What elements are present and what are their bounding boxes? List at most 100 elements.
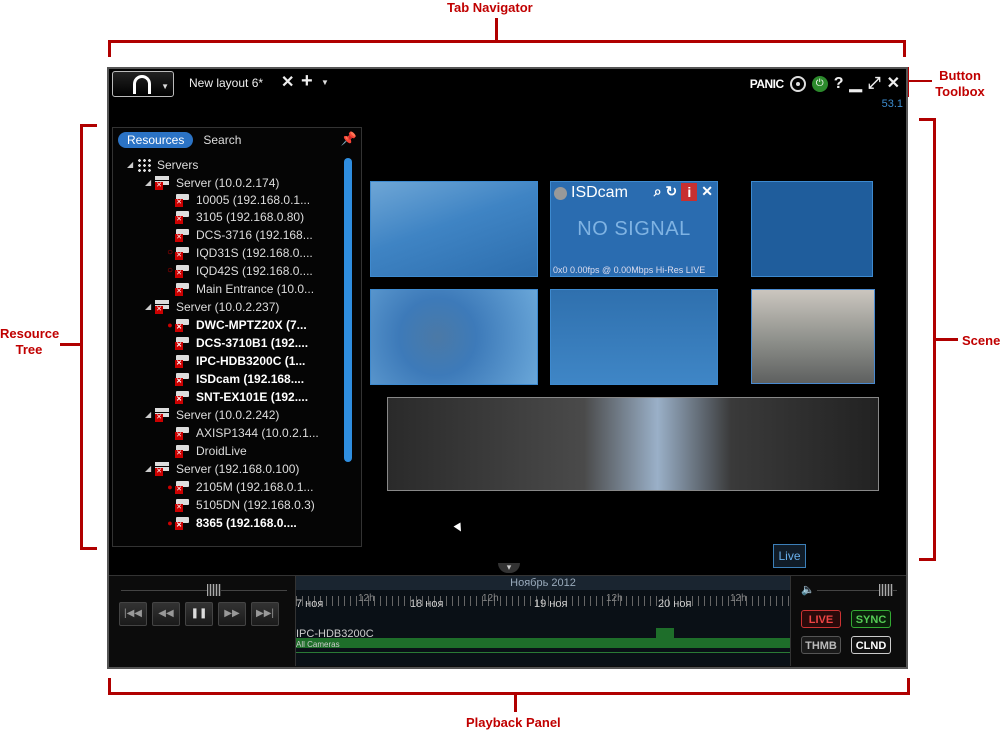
tree-node-server[interactable]: ◢Server (10.0.2.237) bbox=[145, 298, 279, 315]
thumbnails-button[interactable]: THMB bbox=[801, 636, 841, 654]
tree-node-camera[interactable]: 3105 (192.168.0.80) bbox=[175, 208, 304, 225]
calendar-button[interactable]: CLND bbox=[851, 636, 891, 654]
chevron-down-icon: ▼ bbox=[161, 82, 169, 91]
tree-scrollbar[interactable] bbox=[344, 158, 352, 462]
expand-icon[interactable]: ◢ bbox=[145, 410, 155, 419]
add-tab-dropdown-icon[interactable]: ▼ bbox=[321, 78, 329, 87]
zoom-icon[interactable]: ⌕ bbox=[654, 183, 662, 201]
camera-tile-isdcam[interactable]: ISDcam ⌕ ↻ i ✕ NO SIGNAL 0x0 0.00fps @ 0… bbox=[550, 181, 718, 277]
skip-back-icon[interactable]: |◀◀ bbox=[119, 602, 147, 626]
rewind-icon[interactable]: ◀◀ bbox=[152, 602, 180, 626]
expand-icon[interactable]: ◢ bbox=[127, 160, 137, 169]
tree-node-camera[interactable]: AXISP1344 (10.0.2.1... bbox=[175, 424, 319, 441]
fps-counter: 53.1 bbox=[881, 98, 903, 110]
tree-node-camera[interactable]: 5105DN (192.168.0.3) bbox=[175, 496, 315, 513]
camera-icon bbox=[175, 498, 191, 512]
speed-slider-track[interactable] bbox=[121, 590, 287, 591]
live-button[interactable]: LIVE bbox=[801, 610, 841, 628]
resource-tree-annotation: Resource Tree bbox=[0, 326, 60, 357]
camera-icon bbox=[175, 390, 191, 404]
camera-icon bbox=[175, 246, 191, 260]
camera-icon bbox=[175, 480, 191, 494]
recording-ring-icon: ○ bbox=[166, 247, 174, 258]
timeline-all-cameras-bar bbox=[296, 652, 790, 653]
status-dot-icon bbox=[554, 186, 567, 200]
pin-icon[interactable]: 📌 bbox=[341, 131, 357, 147]
tree-node-camera[interactable]: ●2105M (192.168.0.1... bbox=[165, 478, 313, 495]
volume-icon[interactable]: 🔈 bbox=[801, 583, 815, 596]
forward-icon[interactable]: ▶▶ bbox=[218, 602, 246, 626]
expand-icon[interactable]: ◢ bbox=[145, 302, 155, 311]
close-tile-icon[interactable]: ✕ bbox=[701, 183, 713, 201]
tree-node-camera[interactable]: ISDcam (192.168.... bbox=[175, 370, 304, 387]
sync-button[interactable]: SYNC bbox=[851, 610, 891, 628]
rotate-icon[interactable]: ↻ bbox=[666, 183, 678, 201]
tree-node-camera[interactable]: IPC-HDB3200C (1... bbox=[175, 352, 305, 369]
skip-forward-icon[interactable]: ▶▶| bbox=[251, 602, 279, 626]
camera-tile-office[interactable] bbox=[751, 289, 875, 384]
add-tab-icon[interactable]: + bbox=[301, 70, 313, 93]
info-icon[interactable]: i bbox=[681, 183, 698, 201]
timeline-hour-label: 12h bbox=[606, 593, 623, 604]
camera-icon bbox=[175, 282, 191, 296]
timeline-day-label: 19 ноя bbox=[534, 598, 568, 610]
tab-layout[interactable]: New layout 6* bbox=[189, 76, 263, 90]
tree-node-camera[interactable]: ●8365 (192.168.0.... bbox=[165, 514, 297, 531]
tree-node-server[interactable]: ◢Server (10.0.2.174) bbox=[145, 174, 279, 191]
camera-tile-fisheye[interactable] bbox=[387, 397, 879, 491]
expand-icon[interactable]: ◢ bbox=[145, 464, 155, 473]
speed-slider-handle[interactable] bbox=[207, 584, 221, 596]
timeline[interactable]: Ноябрь 2012 12h 12h 12h 12h 7 ноя 18 ноя… bbox=[295, 576, 791, 666]
close-tab-icon[interactable]: ✕ bbox=[281, 72, 294, 92]
timeline-all-cameras: All Cameras bbox=[296, 640, 340, 649]
tab-navigator-annotation: Tab Navigator bbox=[447, 0, 533, 15]
tab-resources[interactable]: Resources bbox=[118, 132, 194, 148]
timeline-month: Ноябрь 2012 bbox=[296, 576, 790, 590]
minimize-icon[interactable]: ▁ bbox=[849, 74, 861, 94]
tree-node-camera[interactable]: DCS-3710B1 (192.... bbox=[175, 334, 308, 351]
tree-node-servers[interactable]: ◢ Servers bbox=[127, 156, 198, 173]
expand-icon[interactable]: ◢ bbox=[145, 178, 155, 187]
camera-tile-blurred[interactable] bbox=[370, 289, 538, 385]
tree-node-camera[interactable]: ○IQD42S (192.168.0.... bbox=[165, 262, 313, 279]
camera-tile-empty[interactable] bbox=[751, 181, 873, 277]
main-menu-button[interactable]: ▼ bbox=[112, 71, 174, 97]
camera-icon bbox=[175, 444, 191, 458]
pause-icon[interactable]: ❚❚ bbox=[185, 602, 213, 626]
server-icon bbox=[155, 175, 171, 190]
tree-node-camera[interactable]: DCS-3716 (192.168... bbox=[175, 226, 313, 243]
help-icon[interactable]: ? bbox=[834, 74, 844, 94]
camera-tile-stairs[interactable] bbox=[370, 181, 538, 277]
tree-node-camera[interactable]: SNT-EX101E (192.... bbox=[175, 388, 308, 405]
power-icon[interactable]: ⏻ bbox=[811, 76, 828, 92]
maximize-icon[interactable]: ⤢ bbox=[868, 74, 881, 94]
film-reel-icon[interactable] bbox=[789, 76, 806, 92]
collapse-handle-icon[interactable]: ▾ bbox=[498, 563, 520, 573]
logo-icon bbox=[133, 75, 151, 94]
tile-status-text: 0x0 0.00fps @ 0.00Mbps Hi-Res LIVE bbox=[553, 265, 706, 275]
playback-panel-annotation: Playback Panel bbox=[466, 715, 561, 730]
tab-search[interactable]: Search bbox=[203, 132, 241, 148]
volume-slider-handle[interactable] bbox=[879, 584, 893, 596]
tree-node-camera[interactable]: ●DWC-MPTZ20X (7... bbox=[165, 316, 307, 333]
camera-tile-desk[interactable] bbox=[550, 289, 718, 385]
button-toolbox: PANIC ⏻ ? ▁ ⤢ ✕ bbox=[750, 73, 900, 95]
servers-icon bbox=[137, 157, 151, 172]
close-icon[interactable]: ✕ bbox=[887, 74, 900, 94]
tree-node-camera[interactable]: ○IQD31S (192.168.0.... bbox=[165, 244, 313, 261]
tree-node-server[interactable]: ◢Server (192.168.0.100) bbox=[145, 460, 299, 477]
timeline-camera-name: IPC-HDB3200C bbox=[296, 628, 374, 640]
no-signal-text: NO SIGNAL bbox=[577, 218, 691, 240]
panic-button[interactable]: PANIC bbox=[750, 77, 784, 91]
tree-node-server[interactable]: ◢Server (10.0.2.242) bbox=[145, 406, 279, 423]
playback-modes: 🔈 LIVE SYNC THMB CLND bbox=[793, 578, 903, 664]
tree-node-camera[interactable]: 10005 (192.168.0.1... bbox=[175, 191, 310, 208]
tree-node-camera[interactable]: Main Entrance (10.0... bbox=[175, 280, 314, 297]
title-bar: ▼ New layout 6* ✕ + ▼ PANIC ⏻ ? ▁ ⤢ ✕ bbox=[109, 69, 906, 99]
playback-panel: |◀◀ ◀◀ ❚❚ ▶▶ ▶▶| Ноябрь 2012 12h 12h 12h… bbox=[109, 575, 906, 667]
timeline-hour-label: 12h bbox=[730, 593, 747, 604]
camera-icon bbox=[175, 228, 191, 242]
timeline-day-label: 18 ноя bbox=[410, 598, 444, 610]
recording-dot-icon: ● bbox=[167, 517, 173, 528]
tree-node-camera[interactable]: DroidLive bbox=[175, 442, 247, 459]
